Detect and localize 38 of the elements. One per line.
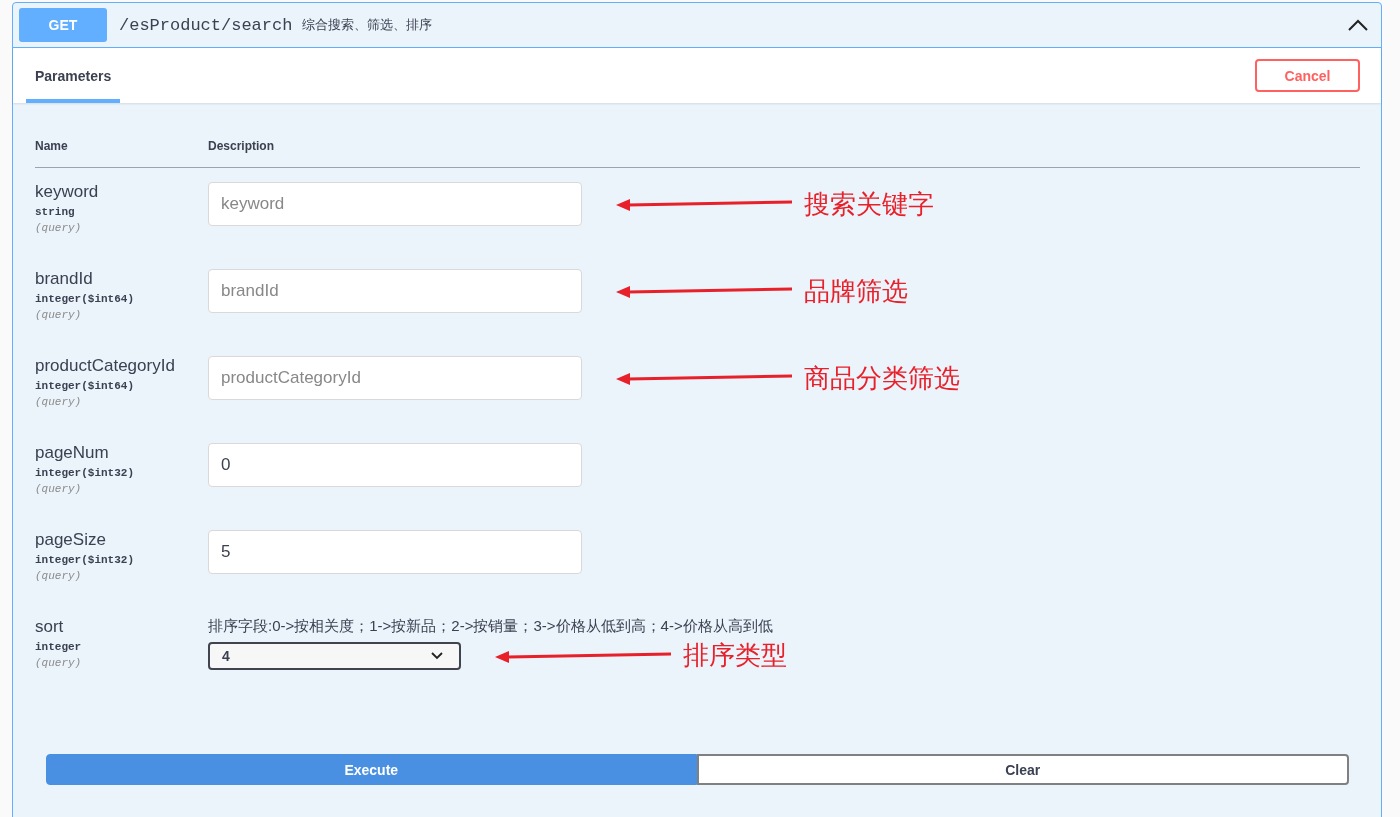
parameter-type: integer($int32) [35, 467, 135, 479]
annotation-label: 商品分类筛选 [804, 361, 960, 395]
parameters-tab[interactable]: Parameters [26, 52, 121, 103]
parameter-location: (query) [35, 570, 82, 582]
parameter-name: sort [35, 617, 64, 637]
parameter-location: (query) [35, 657, 82, 669]
parameter-name: productCategoryId [35, 356, 175, 376]
operation-summary: 综合搜索、筛选、排序 [302, 16, 433, 34]
input-field[interactable]: 0 [208, 443, 582, 487]
parameter-name: brandId [35, 269, 93, 289]
parameter-location: (query) [35, 396, 82, 408]
parameter-type: string [35, 206, 75, 218]
column-header: Name [35, 139, 69, 153]
annotation-label: 品牌筛选 [804, 274, 908, 308]
method-badge: GET [19, 8, 107, 42]
parameter-description: 排序字段:0->按相关度；1->按新品；2->按销量；3->价格从低到高；4->价格从高到低 [208, 617, 773, 636]
annotation-label: 排序类型 [683, 639, 787, 672]
chevron-down-icon [431, 651, 443, 660]
parameter-type: integer($int64) [35, 380, 135, 392]
parameter-type: integer [35, 641, 82, 653]
column-header: Description [208, 139, 274, 153]
parameter-location: (query) [35, 483, 82, 495]
parameter-name: pageNum [35, 443, 109, 463]
parameter-location: (query) [35, 309, 82, 321]
parameter-location: (query) [35, 222, 82, 234]
parameter-name: keyword [35, 182, 99, 202]
parameter-type: integer($int64) [35, 293, 135, 305]
parameter-type: integer($int32) [35, 554, 135, 566]
collapse-icon[interactable] [1347, 18, 1369, 32]
clear-button[interactable]: Clear [696, 754, 1349, 785]
input-field[interactable]: brandId [208, 269, 582, 313]
input-field[interactable]: 5 [208, 530, 582, 574]
operation-path: /esProduct/search [119, 15, 293, 35]
select-dropdown[interactable]: 4 [208, 641, 461, 670]
input-field[interactable]: keyword [208, 182, 582, 226]
parameter-name: pageSize [35, 530, 106, 550]
annotation-label: 搜索关键字 [804, 187, 934, 221]
input-field[interactable]: productCategoryId [208, 356, 582, 400]
